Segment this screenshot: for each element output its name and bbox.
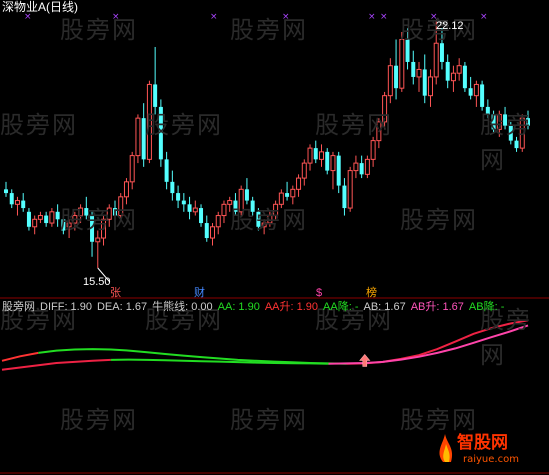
candle-body-down	[204, 223, 209, 239]
indicator-item: AB升: 1.67	[410, 301, 464, 313]
indicator-item: 牛熊线: 0.00	[152, 301, 213, 313]
candle-body-down	[462, 65, 467, 89]
event-tag[interactable]: $	[316, 287, 322, 300]
chart-title: 深物业A(日线)	[2, 0, 78, 14]
candle-body-up	[399, 38, 405, 89]
candle-body-up	[387, 65, 393, 97]
candle-body-up	[473, 83, 479, 97]
indicator-item: DIFF: 1.90	[40, 301, 92, 313]
watermark-text: 股旁网	[480, 111, 532, 174]
candle-body-down	[153, 84, 158, 107]
candle-body-down	[187, 204, 192, 212]
candle-body-down	[325, 151, 330, 171]
watermark-text: 股旁网	[230, 206, 308, 234]
indicator-item: AB降: -	[468, 301, 505, 313]
watermark-text: 股旁网	[0, 111, 78, 139]
candle-body-down	[468, 88, 473, 96]
indicator-item: DEA: 1.67	[96, 301, 148, 313]
candle-body-down	[4, 189, 8, 194]
event-tag[interactable]: 财	[194, 287, 205, 300]
high-price-label: 22.12	[436, 20, 464, 32]
candle-body-up	[135, 117, 141, 157]
candle-body-up	[290, 188, 296, 198]
candle-body-up	[456, 65, 462, 74]
watermark-text: 股旁网	[60, 16, 138, 44]
candle-body-down	[313, 148, 318, 160]
candle-body-up	[427, 76, 433, 97]
low-price-label: 15.50	[83, 276, 111, 288]
candle-body-up	[364, 158, 370, 175]
candle-body-up	[210, 226, 216, 239]
indicator-legend: 股旁网 DIFF: 1.90 DEA: 1.67 牛熊线: 0.00 AA: 1.90 A…	[2, 301, 509, 314]
candle-body-down	[164, 159, 169, 182]
candle-body-up	[192, 207, 198, 213]
watermark-text: 股旁网	[145, 111, 223, 139]
candle-body-up	[353, 162, 359, 172]
indicator-item: AA升: 1.90	[264, 301, 319, 313]
candle-body-up	[129, 155, 135, 183]
candle-body-up	[221, 203, 227, 217]
candle-body-down	[359, 163, 364, 175]
indicator-item: AA降: -	[323, 301, 359, 313]
candle-body-down	[342, 185, 347, 209]
candle-body-down	[394, 65, 399, 89]
candle-body-up	[14, 200, 20, 205]
brand-logo: 智股网 raiyue.com	[433, 426, 543, 471]
indicator-item: AA: 1.90	[217, 301, 260, 313]
watermark-text: 股旁网	[60, 406, 138, 434]
candle-body-up	[32, 218, 38, 228]
watermark-text: 股旁网	[315, 111, 393, 139]
brand-url: raiyue.com	[463, 454, 519, 465]
golden-cross-arrow-icon	[359, 353, 371, 367]
watermark-text: 股旁网	[400, 206, 478, 234]
candle-body-down	[336, 155, 341, 186]
candle-body-up	[416, 68, 422, 78]
candle-body-up	[330, 155, 336, 172]
candle-body-up	[301, 162, 307, 179]
candle-body-down	[9, 193, 14, 205]
event-tag[interactable]: 榜	[366, 287, 377, 300]
indicator-item: AB: 1.67	[363, 301, 406, 313]
candle-body-up	[49, 211, 55, 224]
top-marker: ×	[480, 12, 488, 22]
candle-body-up	[307, 147, 313, 164]
candle-body-down	[285, 193, 290, 197]
watermark-text: 股旁网	[230, 16, 308, 44]
event-tag[interactable]: 张	[110, 287, 121, 300]
candle-body-up	[347, 170, 353, 209]
candle-body-up	[37, 215, 43, 220]
candle-body-down	[411, 61, 416, 77]
watermark-text: 股旁网	[230, 406, 308, 434]
indicator-item: 股旁网	[2, 301, 35, 313]
candle-body-down	[21, 200, 26, 209]
top-marker: ×	[368, 12, 376, 22]
candle-body-up	[95, 237, 101, 243]
dea-line-rising	[1, 358, 111, 371]
candle-body-down	[244, 189, 249, 201]
candle-body-down	[176, 193, 181, 201]
candle-body-down	[439, 43, 444, 62]
brand-name: 智股网	[457, 432, 508, 453]
diff-line-rising	[1, 351, 39, 362]
candle-body-up	[123, 181, 129, 198]
candle-body-down	[199, 208, 204, 224]
candle-body-up	[215, 215, 221, 228]
watermark-text: 股旁网	[60, 206, 138, 234]
candle-body-down	[170, 181, 175, 194]
candle-body-down	[480, 84, 485, 107]
top-marker: ×	[210, 12, 218, 22]
candle-body-down	[44, 215, 49, 224]
candle-body-up	[318, 151, 324, 160]
candle-body-up	[296, 177, 302, 190]
candle-body-up	[450, 72, 456, 82]
candle-body-down	[26, 211, 31, 227]
candle-body-up	[370, 140, 376, 160]
candle-body-up	[433, 42, 439, 78]
candle-body-down	[422, 69, 427, 96]
top-marker: ×	[380, 12, 388, 22]
candle-body-down	[445, 61, 450, 81]
candle-body-down	[181, 200, 186, 205]
